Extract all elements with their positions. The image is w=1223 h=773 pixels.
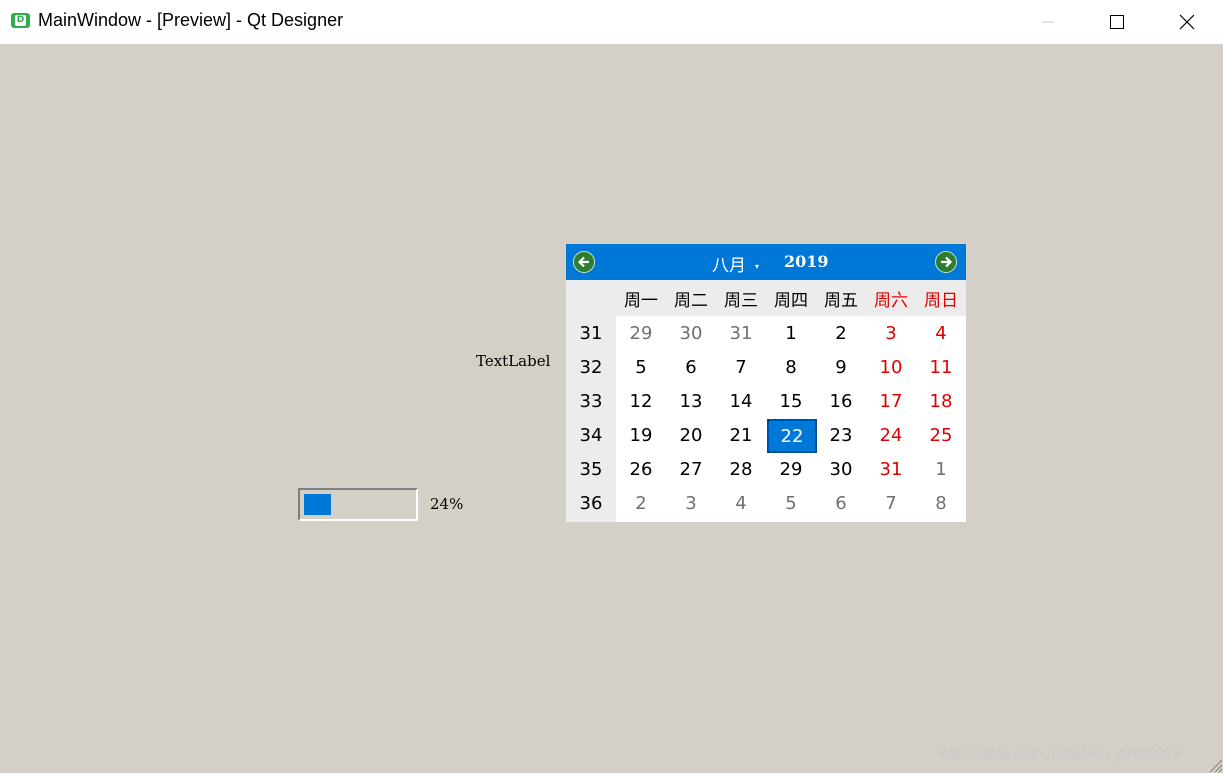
day-cell[interactable]: 6 [666, 350, 716, 384]
chevron-down-icon[interactable]: ▾ [755, 262, 759, 271]
week-number: 31 [579, 322, 603, 344]
day-cell[interactable]: 3 [866, 316, 916, 350]
day-cell[interactable]: 24 [866, 418, 916, 452]
day-name-label: 周四 [774, 290, 808, 311]
day-cell[interactable]: 12 [616, 384, 666, 418]
title-bar: D MainWindow - [Preview] - Qt Designer [0, 0, 1223, 44]
day-name-label: 周六 [874, 290, 908, 311]
next-month-button[interactable] [935, 251, 957, 273]
day-cell[interactable]: 27 [666, 452, 716, 486]
day-cell[interactable]: 18 [916, 384, 966, 418]
day-cell[interactable]: 8 [766, 350, 816, 384]
day-cell[interactable]: 11 [916, 350, 966, 384]
minimize-button[interactable] [1013, 0, 1083, 44]
day-cell[interactable]: 26 [616, 452, 666, 486]
day-cell[interactable]: 9 [816, 350, 866, 384]
day-cell[interactable]: 4 [916, 316, 966, 350]
week-number: 33 [579, 390, 603, 412]
maximize-icon [1110, 15, 1124, 29]
resize-grip-icon[interactable] [1205, 755, 1223, 773]
day-name-label: 周二 [674, 290, 708, 311]
year-selector[interactable]: 2019 [784, 252, 829, 271]
arrow-left-icon [577, 256, 589, 268]
week-number: 34 [579, 424, 603, 446]
day-cell[interactable]: 31 [716, 316, 766, 350]
prev-month-button[interactable] [573, 251, 595, 273]
day-cell[interactable]: 31 [866, 452, 916, 486]
watermark-text: https://blog.csdn.net/weixin_41999203 [941, 745, 1180, 761]
week-number: 32 [579, 356, 603, 378]
day-cell[interactable]: 20 [666, 418, 716, 452]
day-cell[interactable]: 6 [816, 486, 866, 520]
day-cell[interactable]: 4 [716, 486, 766, 520]
day-cell[interactable]: 8 [916, 486, 966, 520]
day-cell[interactable]: 25 [916, 418, 966, 452]
day-name-label: 周日 [924, 290, 958, 311]
day-cell[interactable]: 29 [616, 316, 666, 350]
day-cell[interactable]: 2 [816, 316, 866, 350]
day-cell[interactable]: 30 [666, 316, 716, 350]
selected-day-cell[interactable]: 22 [767, 419, 817, 453]
maximize-button[interactable] [1082, 0, 1152, 44]
day-cell[interactable]: 5 [766, 486, 816, 520]
day-cell[interactable]: 10 [866, 350, 916, 384]
day-name-label: 周五 [824, 290, 858, 311]
calendar-widget[interactable]: 八月 ▾ 2019 周一 周二 周三 周四 周五 周六 周日 31 29 30 31 1 2 3 4 32 5 6… [566, 244, 966, 522]
day-cell[interactable]: 3 [666, 486, 716, 520]
day-cell[interactable]: 16 [816, 384, 866, 418]
progress-fill [304, 494, 331, 515]
day-cell[interactable]: 14 [716, 384, 766, 418]
day-cell[interactable]: 2 [616, 486, 666, 520]
calendar-navigation-bar: 八月 ▾ 2019 [566, 244, 966, 280]
day-name-label: 周三 [724, 290, 758, 311]
day-cell[interactable]: 15 [766, 384, 816, 418]
week-number: 36 [579, 492, 603, 514]
day-cell[interactable]: 28 [716, 452, 766, 486]
day-cell[interactable]: 29 [766, 452, 816, 486]
day-cell[interactable]: 17 [866, 384, 916, 418]
day-cell[interactable]: 21 [716, 418, 766, 452]
progress-bar [298, 488, 418, 521]
day-cell[interactable]: 7 [716, 350, 766, 384]
day-cell[interactable]: 30 [816, 452, 866, 486]
close-icon [1179, 14, 1195, 30]
qt-designer-icon: D [11, 13, 30, 28]
day-cell[interactable]: 5 [616, 350, 666, 384]
day-name-label: 周一 [624, 290, 658, 311]
close-button[interactable] [1152, 0, 1222, 44]
week-number: 35 [579, 458, 603, 480]
day-cell[interactable]: 1 [766, 316, 816, 350]
minimize-icon [1042, 21, 1054, 23]
arrow-right-icon [941, 256, 953, 268]
day-cell[interactable]: 13 [666, 384, 716, 418]
day-cell[interactable]: 19 [616, 418, 666, 452]
window-title: MainWindow - [Preview] - Qt Designer [38, 10, 344, 30]
month-selector[interactable]: 八月 [712, 251, 746, 276]
day-cell[interactable]: 1 [916, 452, 966, 486]
text-label: TextLabel [476, 352, 551, 370]
day-cell[interactable]: 23 [816, 418, 866, 452]
progress-text: 24% [430, 495, 464, 513]
day-cell[interactable]: 7 [866, 486, 916, 520]
